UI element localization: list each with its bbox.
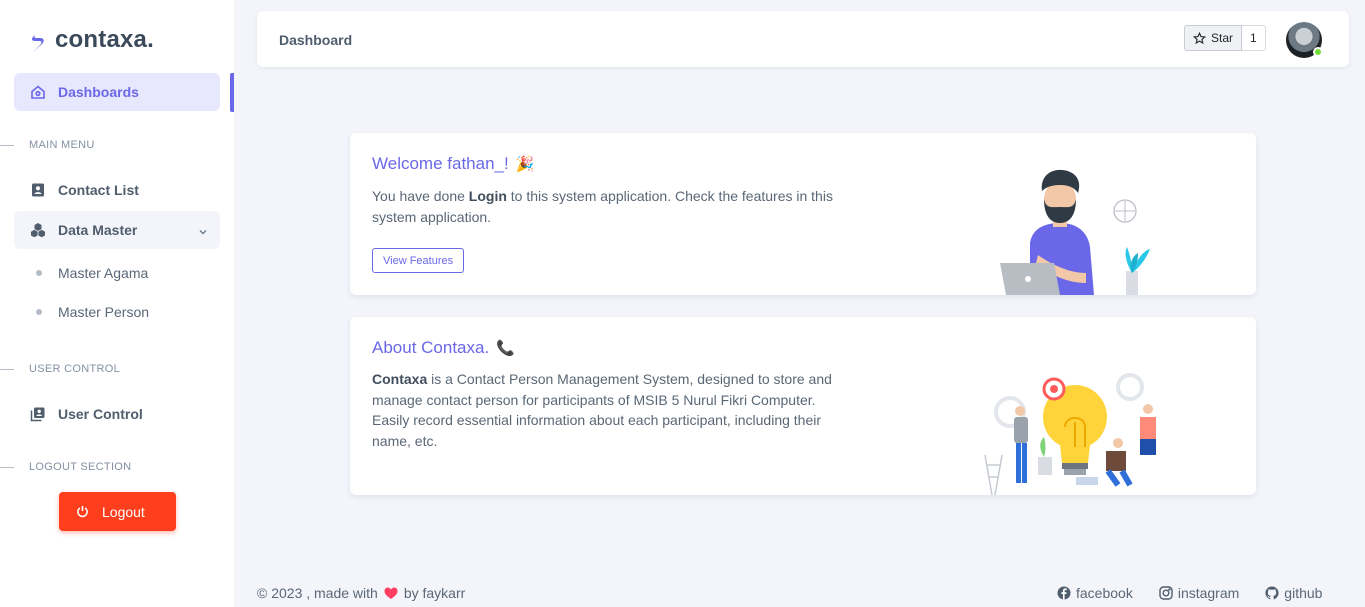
user-collection-icon bbox=[30, 406, 46, 422]
man-with-laptop-illustration bbox=[1000, 169, 1150, 295]
sidebar-item-label: Dashboards bbox=[58, 84, 139, 100]
about-text-post: is a Contact Person Management System, d… bbox=[372, 371, 832, 449]
sidebar-item-label: Contact List bbox=[58, 182, 139, 198]
github-star-widget: Star 1 bbox=[1184, 25, 1266, 51]
chevron-down-icon bbox=[198, 224, 208, 240]
welcome-card: Welcome fathan_! 🎉 You have done Login t… bbox=[350, 133, 1256, 295]
footer-copyright-text: © 2023 , made with bbox=[257, 585, 378, 601]
sidebar-item-dashboards[interactable]: Dashboards bbox=[14, 73, 220, 111]
page-title: Dashboard bbox=[279, 32, 353, 48]
active-indicator bbox=[230, 73, 234, 112]
sidebar-item-label: Data Master bbox=[58, 222, 138, 238]
instagram-link[interactable]: instagram bbox=[1159, 585, 1239, 601]
facebook-label: facebook bbox=[1076, 585, 1133, 601]
section-user-control: USER CONTROL bbox=[0, 363, 120, 375]
about-card: About Contaxa. 📞 Contaxa is a Contact Pe… bbox=[350, 317, 1256, 495]
about-title: About Contaxa. 📞 bbox=[372, 338, 515, 358]
footer-copyright: © 2023 , made with by faykarr bbox=[257, 585, 465, 601]
github-link[interactable]: github bbox=[1265, 585, 1322, 601]
contaxa-logo-icon bbox=[31, 28, 44, 52]
sidebar-subitem-master-agama[interactable]: Master Agama bbox=[36, 265, 148, 281]
party-popper-icon: 🎉 bbox=[515, 156, 535, 173]
about-title-text: About Contaxa. bbox=[372, 338, 490, 357]
instagram-label: instagram bbox=[1177, 585, 1240, 601]
instagram-icon bbox=[1159, 586, 1173, 600]
sidebar-subitem-label: Master Agama bbox=[58, 265, 149, 281]
github-label: github bbox=[1284, 585, 1323, 601]
telephone-icon: 📞 bbox=[496, 340, 515, 357]
welcome-text-pre: You have done bbox=[372, 188, 469, 204]
section-divider bbox=[0, 144, 14, 146]
star-count[interactable]: 1 bbox=[1242, 25, 1266, 51]
welcome-title: Welcome fathan_! 🎉 bbox=[372, 154, 534, 174]
top-navbar: Dashboard Star 1 bbox=[257, 11, 1349, 67]
section-divider bbox=[0, 368, 14, 370]
welcome-text: You have done Login to this system appli… bbox=[372, 186, 842, 227]
bullet-dot bbox=[36, 309, 42, 315]
bullet-dot bbox=[36, 270, 42, 276]
about-text: Contaxa is a Contact Person Management S… bbox=[372, 369, 842, 451]
footer-author[interactable]: by faykarr bbox=[404, 585, 465, 601]
logout-button[interactable]: Logout bbox=[59, 492, 176, 531]
cubes-icon bbox=[30, 222, 46, 238]
about-text-bold: Contaxa bbox=[372, 371, 428, 387]
star-button[interactable]: Star bbox=[1184, 25, 1243, 51]
section-label: USER CONTROL bbox=[29, 363, 120, 375]
section-divider bbox=[0, 466, 14, 468]
brand-logo[interactable]: contaxa. bbox=[28, 26, 154, 54]
section-label: MAIN MENU bbox=[29, 139, 95, 151]
sidebar-item-data-master[interactable]: Data Master bbox=[14, 211, 220, 249]
logout-label: Logout bbox=[102, 503, 145, 520]
github-icon bbox=[1265, 586, 1279, 600]
welcome-text-bold: Login bbox=[468, 188, 507, 204]
sidebar-subitem-label: Master Person bbox=[58, 304, 150, 320]
facebook-icon bbox=[1057, 586, 1071, 600]
sidebar-subitem-master-person[interactable]: Master Person bbox=[36, 304, 149, 320]
sidebar-item-contact-list[interactable]: Contact List bbox=[14, 171, 220, 209]
section-label: LOGOUT SECTION bbox=[29, 461, 132, 473]
online-status-badge bbox=[1313, 47, 1323, 57]
sidebar: contaxa. Dashboards MAIN MENU Contact Li… bbox=[0, 0, 234, 607]
home-icon bbox=[30, 84, 46, 100]
contact-book-icon bbox=[30, 182, 46, 198]
star-icon bbox=[1193, 31, 1206, 45]
power-icon bbox=[76, 505, 89, 518]
footer-links: facebook instagram github bbox=[1057, 585, 1322, 601]
welcome-title-text: Welcome fathan_! bbox=[372, 154, 509, 173]
star-label: Star bbox=[1211, 31, 1234, 45]
section-logout: LOGOUT SECTION bbox=[0, 461, 131, 473]
lightbulb-team-illustration bbox=[984, 373, 1156, 495]
view-features-button[interactable]: View Features bbox=[372, 248, 465, 273]
user-avatar[interactable] bbox=[1286, 22, 1323, 58]
facebook-link[interactable]: facebook bbox=[1057, 585, 1133, 601]
sidebar-item-user-control[interactable]: User Control bbox=[14, 395, 220, 433]
section-main-menu: MAIN MENU bbox=[0, 139, 95, 151]
sidebar-item-label: User Control bbox=[58, 406, 143, 422]
brand-name: contaxa. bbox=[55, 26, 154, 53]
heart-icon bbox=[384, 587, 398, 600]
